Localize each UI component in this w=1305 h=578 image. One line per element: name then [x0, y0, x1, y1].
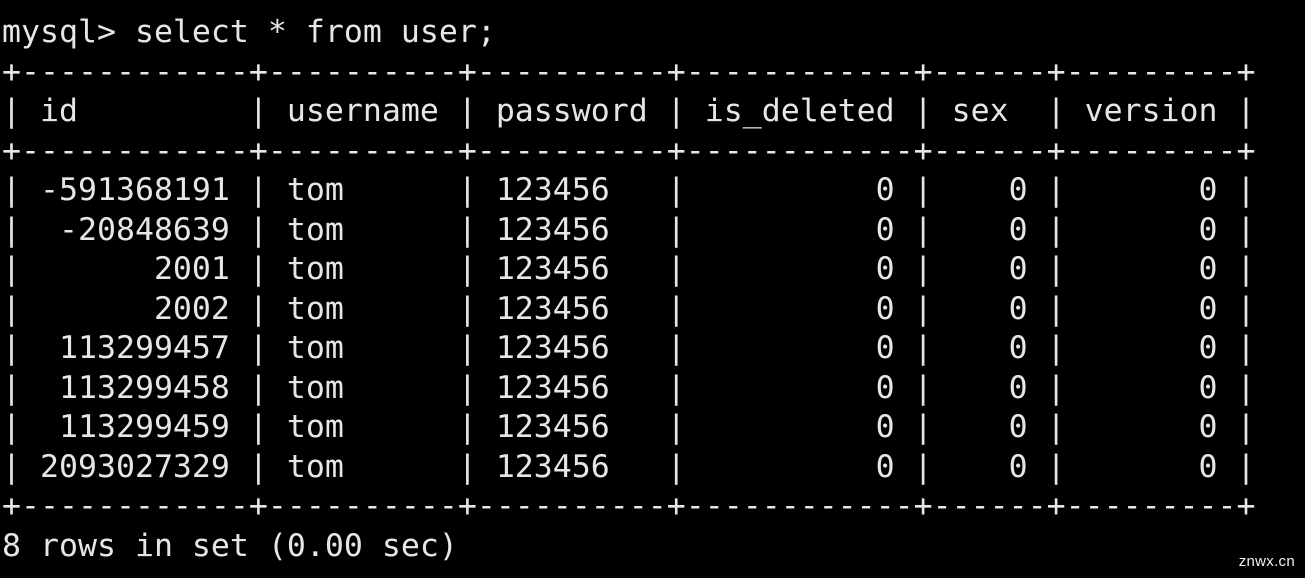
table-separator-bottom: +------------+----------+----------+----…	[2, 488, 1256, 524]
terminal-output: mysql> select * from user; +------------+…	[2, 13, 1256, 566]
table-row: | -20848639 | tom | 123456 | 0 | 0 | 0 |	[2, 211, 1256, 248]
table-separator-header: +------------+----------+----------+----…	[2, 132, 1256, 169]
result-status-line: 8 rows in set (0.00 sec)	[2, 527, 458, 564]
table-row: | 2002 | tom | 123456 | 0 | 0 | 0 |	[2, 290, 1256, 327]
table-header-row: | id | username | password | is_deleted …	[2, 93, 1256, 129]
table-row: | 2093027329 | tom | 123456 | 0 | 0 | 0 …	[2, 448, 1256, 485]
table-separator-top: +------------+----------+----------+----…	[2, 53, 1256, 90]
table-row: | 2001 | tom | 123456 | 0 | 0 | 0 |	[2, 251, 1256, 287]
watermark-label: znwx.cn	[1238, 553, 1295, 570]
table-row: | 113299457 | tom | 123456 | 0 | 0 | 0 |	[2, 330, 1256, 366]
table-row: | -591368191 | tom | 123456 | 0 | 0 | 0 …	[2, 172, 1256, 208]
prompt-line: mysql> select * from user;	[2, 14, 496, 50]
table-row: | 113299458 | tom | 123456 | 0 | 0 | 0 |	[2, 369, 1256, 406]
table-row: | 113299459 | tom | 123456 | 0 | 0 | 0 |	[2, 409, 1256, 445]
terminal-window[interactable]: mysql> select * from user; +------------+…	[0, 0, 1305, 578]
